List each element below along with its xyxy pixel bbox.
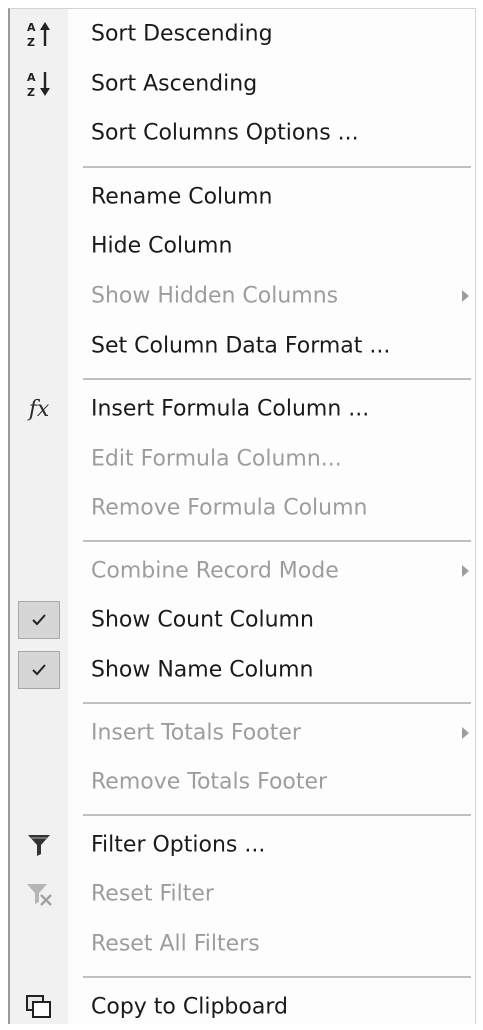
menu-item-copy-to-clipboard[interactable]: Copy to Clipboard	[10, 984, 476, 1030]
menu-separator	[83, 540, 471, 542]
menu-item-label: Sort Columns Options ...	[91, 120, 359, 146]
menu-item-remove-totals-footer[interactable]: Remove Totals Footer	[10, 759, 476, 805]
menu-item-edit-formula-column[interactable]: Edit Formula Column...	[10, 436, 476, 482]
menu-item-label: Reset All Filters	[91, 931, 260, 957]
menu-item-rename-column[interactable]: Rename Column	[10, 174, 476, 220]
menu-item-hide-column[interactable]: Hide Column	[10, 223, 476, 269]
menu-item-label: Remove Formula Column	[91, 495, 368, 521]
submenu-arrow-icon	[462, 290, 469, 302]
menu-item-label: Copy to Clipboard	[91, 994, 288, 1020]
menu-item-sort-ascending[interactable]: A Z Sort Ascending	[10, 61, 476, 107]
funnel-clear-icon	[20, 875, 58, 913]
sort-descending-icon: A Z	[20, 15, 58, 53]
funnel-icon	[20, 826, 58, 864]
submenu-arrow-icon	[462, 727, 469, 739]
menu-item-label: Show Count Column	[91, 607, 314, 633]
menu-item-label: Insert Formula Column ...	[91, 396, 370, 422]
menu-separator	[83, 166, 471, 168]
svg-text:A: A	[27, 71, 36, 84]
menu-item-label: Insert Totals Footer	[91, 720, 301, 746]
checkmark-icon	[18, 601, 60, 639]
menu-item-set-column-data-format[interactable]: Set Column Data Format ...	[10, 323, 476, 369]
menu-item-show-hidden-columns[interactable]: Show Hidden Columns	[10, 273, 476, 319]
checkmark-icon	[18, 651, 60, 689]
menu-item-remove-formula-column[interactable]: Remove Formula Column	[10, 485, 476, 531]
menu-item-filter-options[interactable]: Filter Options ...	[10, 822, 476, 868]
menu-item-label: Hide Column	[91, 233, 233, 259]
menu-item-combine-record-mode[interactable]: Combine Record Mode	[10, 548, 476, 594]
svg-text:Z: Z	[27, 36, 35, 49]
menu-item-label: Reset Filter	[91, 881, 214, 907]
menu-item-label: Sort Ascending	[91, 71, 258, 97]
menu-item-reset-filter[interactable]: Reset Filter	[10, 871, 476, 917]
svg-text:A: A	[27, 21, 36, 34]
menu-item-insert-formula-column[interactable]: fx Insert Formula Column ...	[10, 386, 476, 432]
menu-item-sort-descending[interactable]: A Z Sort Descending	[10, 11, 476, 57]
menu-separator	[83, 976, 471, 978]
submenu-arrow-icon	[462, 565, 469, 577]
menu-separator	[83, 814, 471, 816]
menu-item-show-count-column[interactable]: Show Count Column	[10, 597, 476, 643]
fx-icon-text: fx	[28, 396, 50, 422]
svg-text:Z: Z	[27, 86, 35, 99]
menu-item-label: Set Column Data Format ...	[91, 333, 391, 359]
copy-icon	[20, 988, 58, 1026]
menu-item-label: Rename Column	[91, 184, 273, 210]
menu-item-insert-totals-footer[interactable]: Insert Totals Footer	[10, 710, 476, 756]
menu-item-label: Sort Descending	[91, 21, 273, 47]
sort-ascending-icon: A Z	[20, 65, 58, 103]
menu-item-sort-columns-options[interactable]: Sort Columns Options ...	[10, 110, 476, 156]
menu-item-reset-all-filters[interactable]: Reset All Filters	[10, 921, 476, 967]
menu-item-label: Filter Options ...	[91, 832, 266, 858]
menu-item-label: Remove Totals Footer	[91, 769, 328, 795]
context-menu: A Z Sort Descending A Z Sort Ascending S…	[8, 8, 476, 1024]
menu-item-show-name-column[interactable]: Show Name Column	[10, 647, 476, 693]
menu-item-label: Combine Record Mode	[91, 558, 339, 584]
menu-item-label: Edit Formula Column...	[91, 446, 342, 472]
fx-icon: fx	[20, 390, 58, 428]
menu-item-label: Show Name Column	[91, 657, 314, 683]
menu-item-label: Show Hidden Columns	[91, 283, 339, 309]
menu-separator	[83, 378, 471, 380]
menu-separator	[83, 702, 471, 704]
